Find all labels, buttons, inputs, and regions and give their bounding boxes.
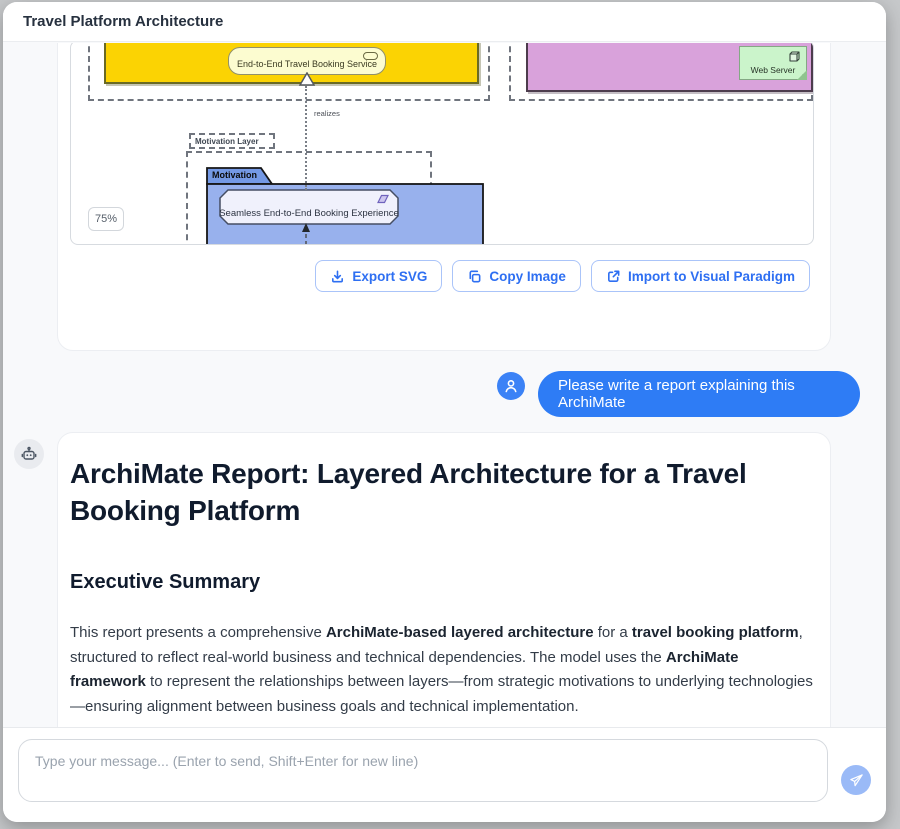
goal-parallelogram-icon bbox=[374, 194, 390, 204]
app-window: Travel Platform Architecture End-to-End … bbox=[3, 2, 886, 822]
composer-bar bbox=[3, 727, 886, 822]
user-avatar bbox=[497, 372, 525, 400]
robot-icon bbox=[20, 445, 38, 463]
web-server-node[interactable]: Web Server bbox=[739, 46, 807, 80]
report-title: ArchiMate Report: Layered Architecture f… bbox=[70, 455, 782, 529]
app-header: Travel Platform Architecture bbox=[3, 2, 886, 42]
report-paragraph: This report presents a comprehensive Arc… bbox=[70, 621, 818, 720]
node-cube-icon bbox=[788, 50, 801, 63]
user-icon bbox=[503, 378, 519, 394]
service-icon bbox=[363, 52, 378, 60]
page-title: Travel Platform Architecture bbox=[23, 13, 223, 30]
application-service-node[interactable]: End-to-End Travel Booking Service bbox=[228, 47, 386, 75]
import-to-visual-paradigm-button[interactable]: Import to Visual Paradigm bbox=[591, 260, 810, 292]
page-background: Travel Platform Architecture End-to-End … bbox=[0, 0, 900, 829]
send-button[interactable] bbox=[841, 765, 871, 795]
zoom-level-badge[interactable]: 75% bbox=[88, 207, 124, 231]
realization-line bbox=[305, 86, 307, 190]
download-icon bbox=[330, 269, 345, 284]
diagram-actions-toolbar: Export SVG Copy Image Import to Visual P… bbox=[315, 260, 810, 292]
motivation-layer-tag: Motivation Layer bbox=[189, 133, 275, 149]
realization-line-lower bbox=[300, 223, 312, 245]
relation-label: realizes bbox=[312, 109, 342, 118]
chat-scroll-area[interactable]: End-to-End Travel Booking Service realiz… bbox=[3, 43, 886, 727]
assistant-message-report-card: ArchiMate Report: Layered Architecture f… bbox=[57, 432, 831, 727]
application-service-label: End-to-End Travel Booking Service bbox=[237, 59, 377, 69]
copy-image-button[interactable]: Copy Image bbox=[452, 260, 581, 292]
copy-icon bbox=[467, 269, 482, 284]
goal-label: Seamless End-to-End Booking Experience bbox=[219, 189, 399, 225]
message-input[interactable] bbox=[18, 739, 828, 802]
external-link-icon bbox=[606, 269, 621, 284]
send-paper-plane-icon bbox=[849, 773, 864, 788]
motivation-folder-label: Motivation bbox=[212, 170, 257, 180]
archimate-diagram-canvas[interactable]: End-to-End Travel Booking Service realiz… bbox=[70, 43, 814, 245]
assistant-avatar bbox=[14, 439, 44, 469]
realization-arrowhead-icon bbox=[299, 72, 315, 86]
user-message-text: Please write a report explaining this Ar… bbox=[558, 377, 840, 411]
report-section-heading: Executive Summary bbox=[70, 571, 260, 594]
user-message-bubble[interactable]: Please write a report explaining this Ar… bbox=[538, 371, 860, 417]
folded-corner bbox=[797, 70, 807, 80]
export-svg-button[interactable]: Export SVG bbox=[315, 260, 442, 292]
